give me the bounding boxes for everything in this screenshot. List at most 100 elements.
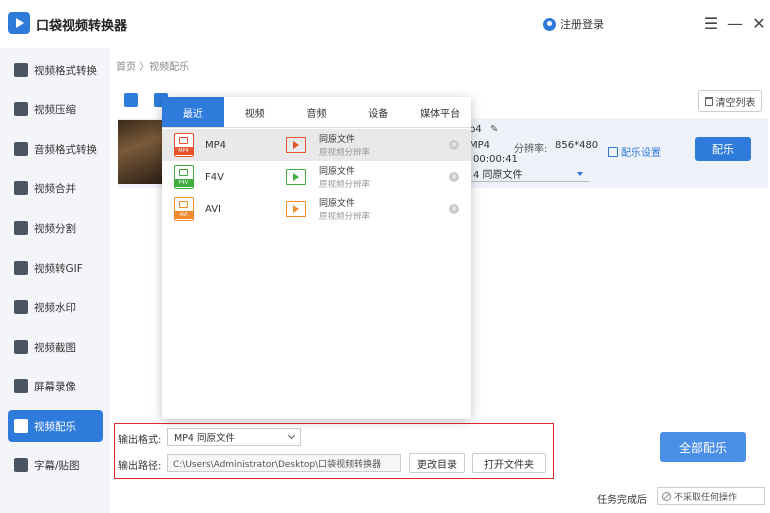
sidebar-item-label: 视频水印 [34, 301, 76, 314]
task-complete-value: 不采取任何操作 [674, 492, 738, 503]
task-complete-select[interactable]: 不采取任何操作 [657, 487, 765, 505]
subtitle-icon [14, 458, 28, 472]
sidebar-item-video-compress[interactable]: 视频压缩 [8, 93, 103, 125]
task-complete-label: 任务完成后 [597, 495, 647, 506]
clear-list-label: 清空列表 [715, 97, 756, 109]
output-settings-box: 输出格式: MP4 同原文件 输出路径: C:\Users\Administra… [114, 423, 554, 479]
login-label: 注册登录 [560, 18, 604, 31]
audio-format-icon [14, 142, 28, 156]
clear-list-button[interactable]: 清空列表 [698, 90, 762, 112]
close-icon[interactable]: ✕ [750, 14, 768, 33]
tab-audio[interactable]: 音频 [286, 97, 348, 127]
audio-track-select[interactable]: 4 同原文件 [469, 166, 589, 182]
sidebar-item-label: 视频配乐 [34, 420, 76, 433]
quality-sublabel: 原视频分辨率 [319, 180, 371, 190]
duration: 00:00:41 [473, 154, 518, 165]
output-path-label: 输出路径: [118, 461, 162, 472]
sidebar-item-video-watermark[interactable]: 视频水印 [8, 291, 103, 323]
sidebar-item-label: 视频截图 [34, 341, 76, 354]
format-row-mp4[interactable]: MP4 MP4 同原文件 原视频分辨率 ✕ [162, 129, 471, 161]
app-title: 口袋视频转换器 [36, 19, 128, 34]
trash-icon [704, 96, 713, 106]
sidebar-item-audio-format-convert[interactable]: 音频格式转换 [8, 133, 103, 165]
audio-track-value: 4 同原文件 [473, 170, 523, 181]
quality-sublabel: 原视频分辨率 [319, 212, 371, 222]
chevron-down-icon [287, 431, 296, 440]
caret-down-icon [577, 171, 583, 176]
sidebar-item-label: 视频转GIF [34, 262, 83, 275]
resolution-label: 分辨率: [514, 144, 548, 155]
add-music-button[interactable]: 配乐 [695, 137, 751, 161]
sidebar-item-video-music[interactable]: 视频配乐 [8, 410, 103, 442]
tab-recent[interactable]: 最近 [162, 97, 224, 127]
sidebar-item-label: 屏幕录像 [34, 380, 76, 393]
add-file-icon[interactable] [124, 93, 138, 107]
sidebar: 视频格式转换 视频压缩 音频格式转换 视频合并 视频分割 视频转GIF 视频水印… [0, 48, 110, 513]
sidebar-item-video-split[interactable]: 视频分割 [8, 212, 103, 244]
file-format: MP4 [469, 140, 491, 151]
music-icon [14, 419, 28, 433]
remove-format-icon[interactable]: ✕ [449, 204, 459, 214]
open-folder-button[interactable]: 打开文件夹 [472, 453, 546, 473]
output-path-field[interactable]: C:\Users\Administrator\Desktop\口袋视频转换器 [167, 454, 401, 472]
screenshot-icon [14, 340, 28, 354]
change-directory-button[interactable]: 更改目录 [409, 453, 465, 473]
sidebar-item-label: 视频压缩 [34, 103, 76, 116]
sidebar-item-subtitle-sticker[interactable]: 字幕/贴图 [8, 449, 103, 481]
remove-format-icon[interactable]: ✕ [449, 140, 459, 150]
sidebar-item-label: 视频格式转换 [34, 64, 97, 77]
rename-pencil-icon[interactable]: ✎ [490, 124, 498, 135]
video-thumbnail [118, 120, 166, 184]
resolution-value: 856*480 [555, 140, 599, 151]
quality-label: 同原文件 [319, 167, 356, 177]
split-icon [14, 221, 28, 235]
sidebar-item-video-merge[interactable]: 视频合并 [8, 172, 103, 204]
compress-icon [14, 102, 28, 116]
avi-file-icon: AVI [174, 197, 194, 221]
video-format-icon [14, 63, 28, 77]
login-button[interactable]: 注册登录 [543, 16, 604, 32]
sidebar-item-video-to-gif[interactable]: 视频转GIF [8, 252, 103, 284]
format-name: AVI [205, 204, 221, 215]
breadcrumb: 首页 〉视频配乐 [116, 62, 190, 73]
quality-label: 同原文件 [319, 199, 356, 209]
no-action-icon [662, 491, 671, 501]
sidebar-item-screen-record[interactable]: 屏幕录像 [8, 370, 103, 402]
remove-format-icon[interactable]: ✕ [449, 172, 459, 182]
output-format-select[interactable]: MP4 同原文件 [167, 428, 301, 446]
sidebar-item-label: 视频分割 [34, 222, 76, 235]
format-row-avi[interactable]: AVI AVI 同原文件 原视频分辨率 ✕ [162, 193, 471, 225]
film-icon [286, 169, 306, 185]
sidebar-item-video-format-convert[interactable]: 视频格式转换 [8, 54, 103, 86]
watermark-icon [14, 300, 28, 314]
convert-all-button[interactable]: 全部配乐 [660, 432, 746, 462]
title-bar: 口袋视频转换器 注册登录 ☰ — ✕ [0, 0, 770, 48]
user-icon [543, 17, 556, 31]
format-dropdown: 最近 视频 音频 设备 媒体平台 MP4 MP4 同原文件 原视频分辨率 ✕ F… [162, 97, 471, 419]
sidebar-item-label: 视频合并 [34, 182, 76, 195]
sidebar-item-video-screenshot[interactable]: 视频截图 [8, 331, 103, 363]
format-name: F4V [205, 172, 224, 183]
output-format-label: 输出格式: [118, 435, 162, 446]
music-settings-label: 配乐设置 [621, 148, 661, 159]
edit-icon [608, 146, 618, 157]
quality-sublabel: 原视频分辨率 [319, 148, 371, 158]
format-row-f4v[interactable]: F4V F4V 同原文件 原视频分辨率 ✕ [162, 161, 471, 193]
tab-device[interactable]: 设备 [347, 97, 409, 127]
music-settings-link[interactable]: 配乐设置 [608, 144, 661, 159]
app-logo-icon [8, 12, 30, 34]
tab-video[interactable]: 视频 [224, 97, 286, 127]
menu-icon[interactable]: ☰ [702, 14, 720, 33]
film-icon [286, 137, 306, 153]
f4v-file-icon: F4V [174, 165, 194, 189]
tab-media-platform[interactable]: 媒体平台 [409, 97, 471, 127]
quality-label: 同原文件 [319, 135, 356, 145]
sidebar-item-label: 音频格式转换 [34, 143, 97, 156]
format-name: MP4 [205, 140, 227, 151]
merge-icon [14, 181, 28, 195]
sidebar-item-label: 字幕/贴图 [34, 459, 80, 472]
gif-icon [14, 261, 28, 275]
output-format-value: MP4 同原文件 [174, 433, 235, 444]
minimize-icon[interactable]: — [726, 14, 744, 33]
format-tabs: 最近 视频 音频 设备 媒体平台 [162, 97, 471, 128]
